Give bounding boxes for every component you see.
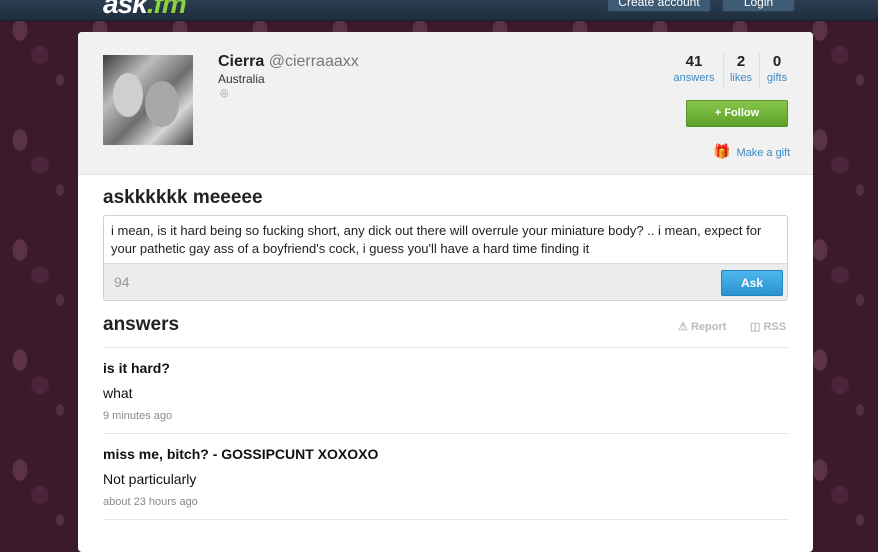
char-counter: 94 (114, 274, 130, 290)
stat-gifts-value: 0 (772, 53, 782, 70)
stat-likes-label: likes (729, 72, 752, 84)
ask-section-title: askkkkkk meeeee (103, 187, 263, 208)
create-account-button[interactable]: Create account (607, 0, 711, 12)
rss-label: RSS (763, 321, 787, 333)
stat-gifts-label: gifts (766, 72, 788, 84)
answer-text: Not particularly (103, 471, 197, 487)
avatar[interactable] (103, 55, 193, 145)
globe-icon: ◎ (220, 88, 229, 99)
warning-icon: ⚠ (678, 321, 688, 333)
stat-divider (723, 53, 724, 87)
make-gift-label: Make a gift (736, 147, 791, 159)
stat-gifts[interactable]: 0 gifts (762, 53, 792, 84)
avatar-face-left (113, 73, 143, 117)
profile-card: Cierra @cierraaaxx Australia ◎ 41 answer… (78, 32, 813, 552)
profile-display-name: Cierra (218, 53, 265, 70)
rss-icon: ◫ (750, 321, 761, 333)
avatar-face-right (145, 81, 179, 127)
divider (103, 347, 788, 348)
report-label: Report (690, 321, 727, 333)
report-link[interactable]: ⚠ Report (678, 320, 726, 333)
follow-button[interactable]: + Follow (686, 100, 788, 127)
askfm-logo[interactable]: ask.fm (103, 0, 187, 20)
answer-timestamp[interactable]: 9 minutes ago (103, 410, 172, 422)
profile-location: Australia (218, 72, 265, 86)
answer-question[interactable]: is it hard? (103, 360, 170, 376)
answer-timestamp[interactable]: about 23 hours ago (103, 496, 198, 508)
logo-text: ask (103, 0, 148, 19)
stat-divider (759, 53, 760, 87)
ask-button[interactable]: Ask (721, 270, 783, 296)
gift-icon: 🎁 (713, 143, 731, 159)
profile-handle: @cierraaaxx (268, 53, 359, 70)
answers-section-title: answers (103, 314, 180, 335)
rss-link[interactable]: ◫ RSS (750, 320, 786, 333)
question-input[interactable]: i mean, is it hard being so fucking shor… (111, 222, 779, 258)
divider (103, 519, 788, 520)
stat-answers-value: 41 (685, 53, 703, 70)
profile-header: Cierra @cierraaaxx Australia ◎ 41 answer… (78, 32, 813, 175)
ask-box: i mean, is it hard being so fucking shor… (103, 215, 788, 301)
login-button[interactable]: Login (722, 0, 795, 12)
profile-name: Cierra @cierraaaxx (218, 53, 359, 71)
stat-likes[interactable]: 2 likes (726, 53, 756, 84)
stat-answers-label: answers (673, 72, 715, 84)
logo-ext: .fm (146, 0, 187, 19)
stat-likes-value: 2 (736, 53, 746, 70)
stat-answers[interactable]: 41 answers (668, 53, 720, 84)
top-navbar: ask.fm Create account Login (0, 0, 878, 21)
ask-footer: 94 Ask (104, 263, 787, 300)
make-gift-link[interactable]: 🎁 Make a gift (713, 143, 790, 160)
answer-question[interactable]: miss me, bitch? - GOSSIPCUNT XOXOXO (103, 446, 378, 462)
answer-text: what (103, 385, 133, 401)
divider (103, 433, 788, 434)
